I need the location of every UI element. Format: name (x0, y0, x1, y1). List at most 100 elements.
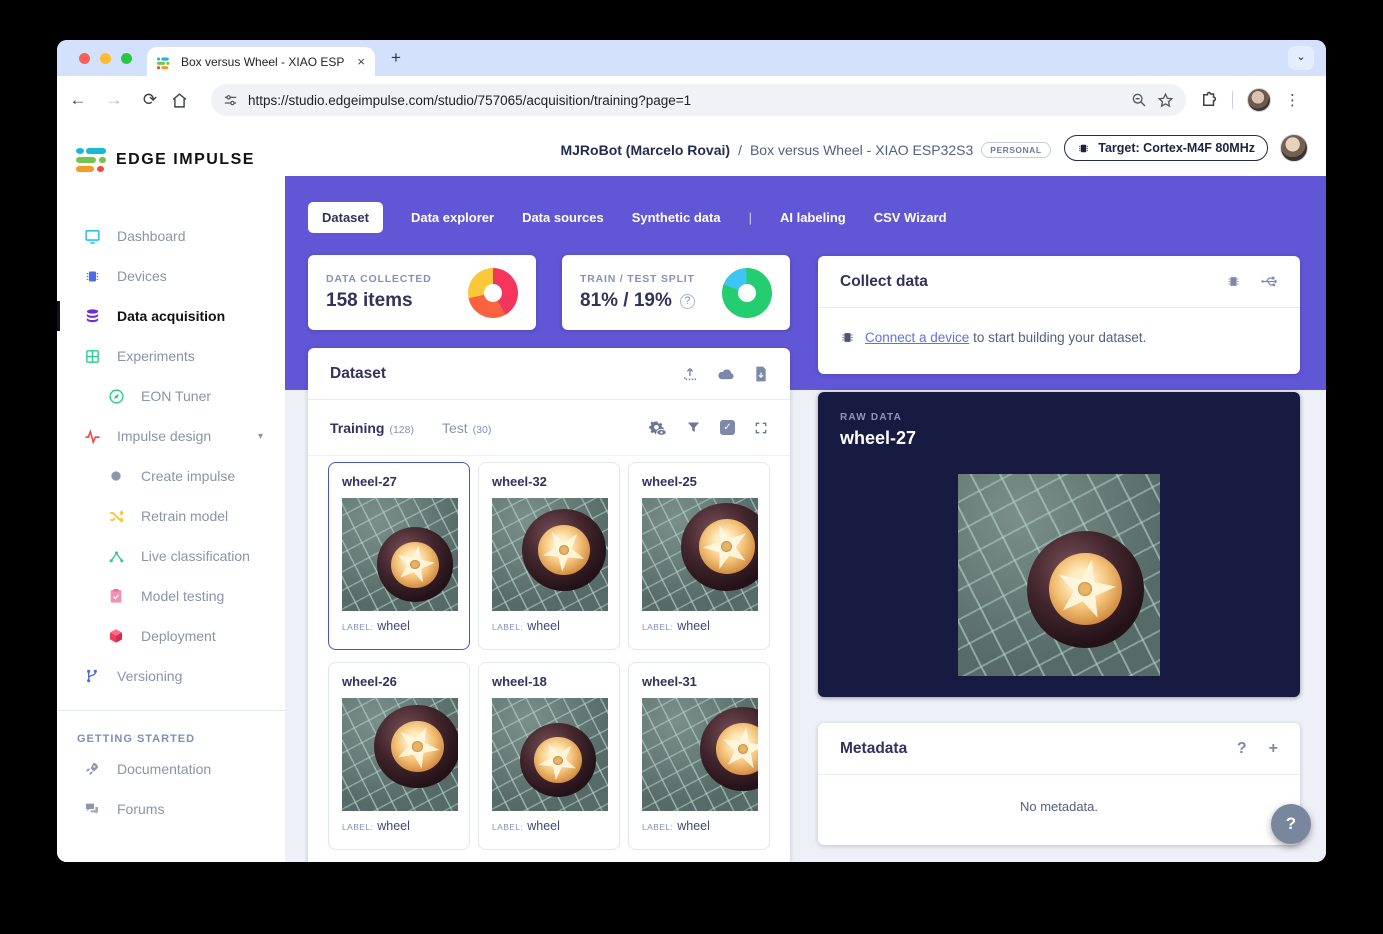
browser-profile-avatar[interactable] (1247, 88, 1271, 112)
upload-icon[interactable] (682, 366, 698, 382)
sidebar-item-label: Forums (117, 801, 164, 817)
training-count: (128) (389, 424, 414, 436)
nodes-icon (107, 547, 125, 565)
label-value: wheel (377, 819, 410, 833)
target-label: Target: Cortex-M4F 80MHz (1098, 141, 1255, 155)
back-icon[interactable]: ← (63, 90, 93, 110)
export-file-icon[interactable] (754, 366, 768, 382)
tab-close-icon[interactable]: × (357, 54, 365, 69)
training-label: Training (330, 420, 384, 436)
home-icon[interactable] (171, 92, 201, 109)
dataset-panel: Dataset Training (128) Tes (308, 348, 790, 862)
breadcrumb-org[interactable]: MJRoBot (Marcelo Rovai) (560, 142, 730, 158)
sample-card-wheel-18[interactable]: wheel-18 LABEL:wheel (478, 662, 620, 850)
tab-synthetic-data[interactable]: Synthetic data (632, 210, 721, 225)
connect-device-link[interactable]: Connect a device (865, 330, 969, 345)
sample-title: wheel-31 (642, 674, 756, 689)
sidebar-item-label: Dashboard (117, 228, 186, 244)
sample-image[interactable] (492, 498, 608, 611)
chevron-down-icon[interactable]: ▾ (258, 431, 263, 442)
sidebar-item-versioning[interactable]: Versioning (57, 656, 285, 696)
sidebar-item-retrain-model[interactable]: Retrain model (57, 496, 285, 536)
test-split-tab[interactable]: Test (30) (442, 420, 491, 436)
label-key: LABEL: (492, 822, 523, 832)
target-device-button[interactable]: Target: Cortex-M4F 80MHz (1064, 135, 1268, 161)
help-fab-button[interactable]: ? (1271, 804, 1311, 844)
extensions-icon[interactable] (1200, 91, 1218, 109)
app-root: EDGE IMPULSE Dashboard Devices Data acqu… (57, 124, 1326, 862)
browser-menu-icon[interactable]: ⋮ (1285, 91, 1300, 109)
site-settings-icon[interactable] (223, 93, 238, 108)
sidebar-item-label: Devices (117, 268, 167, 284)
chip-icon[interactable] (1226, 274, 1241, 289)
metadata-empty-text: No metadata. (818, 775, 1300, 814)
minimize-window-button[interactable] (100, 53, 111, 64)
sidebar-item-label: Versioning (117, 668, 182, 684)
sample-card-wheel-25[interactable]: wheel-25 LABEL:wheel (628, 462, 770, 650)
training-split-tab[interactable]: Training (128) (330, 420, 414, 436)
label-value: wheel (527, 819, 560, 833)
filter-icon[interactable] (686, 420, 701, 435)
project-header: MJRoBot (Marcelo Rovai) / Box versus Whe… (285, 124, 1326, 176)
forward-icon[interactable]: → (99, 90, 129, 110)
url-text[interactable]: https://studio.edgeimpulse.com/studio/75… (248, 93, 1121, 108)
dot-icon (107, 467, 125, 485)
sidebar-item-devices[interactable]: Devices (57, 256, 285, 296)
sidebar-item-create-impulse[interactable]: Create impulse (57, 456, 285, 496)
cloud-icon[interactable] (717, 367, 735, 381)
edge-impulse-logo[interactable]: EDGE IMPULSE (76, 148, 255, 172)
sample-image[interactable] (642, 698, 758, 811)
label-key: LABEL: (342, 622, 373, 632)
tab-ai-labeling[interactable]: AI labeling (780, 210, 846, 225)
tab-data-explorer[interactable]: Data explorer (411, 210, 494, 225)
user-avatar[interactable] (1280, 134, 1308, 162)
zoom-out-icon[interactable] (1131, 92, 1147, 108)
url-bar[interactable]: https://studio.edgeimpulse.com/studio/75… (211, 84, 1186, 116)
sample-image[interactable] (642, 498, 758, 611)
split-help-icon[interactable]: ? (680, 294, 695, 309)
compass-icon (107, 387, 125, 405)
new-tab-button[interactable]: + (391, 48, 401, 68)
sidebar-item-deployment[interactable]: Deployment (57, 616, 285, 656)
sidebar-item-eon-tuner[interactable]: EON Tuner (57, 376, 285, 416)
sample-image[interactable] (342, 698, 458, 811)
sample-card-wheel-32[interactable]: wheel-32 LABEL:wheel (478, 462, 620, 650)
bookmark-star-icon[interactable] (1157, 92, 1174, 109)
collect-data-card: Collect data Connect a device to start b… (818, 256, 1300, 374)
sidebar-item-model-testing[interactable]: Model testing (57, 576, 285, 616)
sample-image[interactable] (342, 498, 458, 611)
sample-card-wheel-27[interactable]: wheel-27 LABEL:wheel (328, 462, 470, 650)
tab-search-chevron-icon[interactable]: ⌄ (1288, 46, 1314, 70)
expand-icon[interactable] (754, 421, 768, 435)
zoom-window-button[interactable] (121, 53, 132, 64)
usb-icon[interactable] (1260, 274, 1278, 289)
sample-card-wheel-26[interactable]: wheel-26 LABEL:wheel (328, 662, 470, 850)
grid-icon (83, 347, 101, 365)
metadata-add-icon[interactable]: + (1269, 740, 1278, 758)
gear-eye-icon[interactable] (648, 420, 667, 436)
sidebar-item-data-acquisition[interactable]: Data acquisition (57, 296, 285, 336)
split-label: TRAIN / TEST SPLIT (580, 273, 695, 285)
tab-csv-wizard[interactable]: CSV Wizard (874, 210, 947, 225)
sidebar-item-label: Model testing (141, 588, 224, 604)
tab-dataset[interactable]: Dataset (308, 202, 383, 233)
tab-data-sources[interactable]: Data sources (522, 210, 604, 225)
sample-image[interactable] (492, 698, 608, 811)
metadata-help-icon[interactable]: ? (1237, 740, 1247, 758)
label-value: wheel (527, 619, 560, 633)
sidebar-item-live-classification[interactable]: Live classification (57, 536, 285, 576)
sidebar-item-documentation[interactable]: Documentation (57, 749, 285, 789)
sidebar-item-experiments[interactable]: Experiments (57, 336, 285, 376)
personal-badge: PERSONAL (981, 142, 1050, 158)
reload-icon[interactable]: ⟳ (135, 90, 165, 110)
raw-data-image (958, 474, 1160, 676)
sidebar-item-forums[interactable]: Forums (57, 789, 285, 829)
sample-card-wheel-31[interactable]: wheel-31 LABEL:wheel (628, 662, 770, 850)
browser-tab[interactable]: Box versus Wheel - XIAO ESP × (147, 47, 375, 76)
tab-title: Box versus Wheel - XIAO ESP (181, 55, 349, 69)
select-checkbox-icon[interactable]: ✓ (720, 420, 735, 435)
sidebar-item-dashboard[interactable]: Dashboard (57, 216, 285, 256)
close-window-button[interactable] (79, 53, 90, 64)
sidebar-item-impulse-design[interactable]: Impulse design ▾ (57, 416, 285, 456)
breadcrumb-project[interactable]: Box versus Wheel - XIAO ESP32S3 (750, 142, 973, 158)
